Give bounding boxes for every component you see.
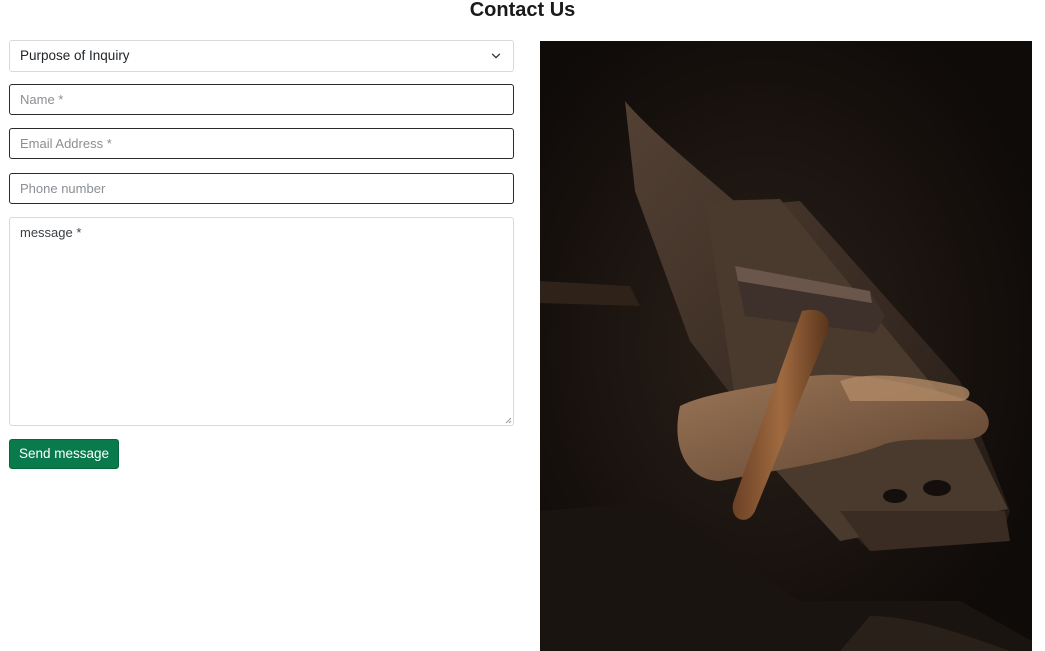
message-placeholder: message * bbox=[20, 225, 82, 240]
message-textarea[interactable]: message * bbox=[9, 217, 514, 426]
hero-photo-hammer-anvil bbox=[540, 41, 1032, 651]
purpose-select-value: Purpose of Inquiry bbox=[20, 48, 130, 63]
send-message-button[interactable]: Send message bbox=[9, 439, 119, 469]
resize-handle-icon[interactable] bbox=[504, 416, 512, 424]
chevron-down-icon bbox=[491, 53, 501, 59]
phone-field[interactable] bbox=[9, 173, 514, 204]
hammer-anvil-illustration bbox=[540, 41, 1032, 651]
email-field[interactable] bbox=[9, 128, 514, 159]
name-field[interactable] bbox=[9, 84, 514, 115]
page-title: Contact Us bbox=[469, 0, 576, 21]
purpose-select[interactable]: Purpose of Inquiry bbox=[9, 40, 514, 72]
